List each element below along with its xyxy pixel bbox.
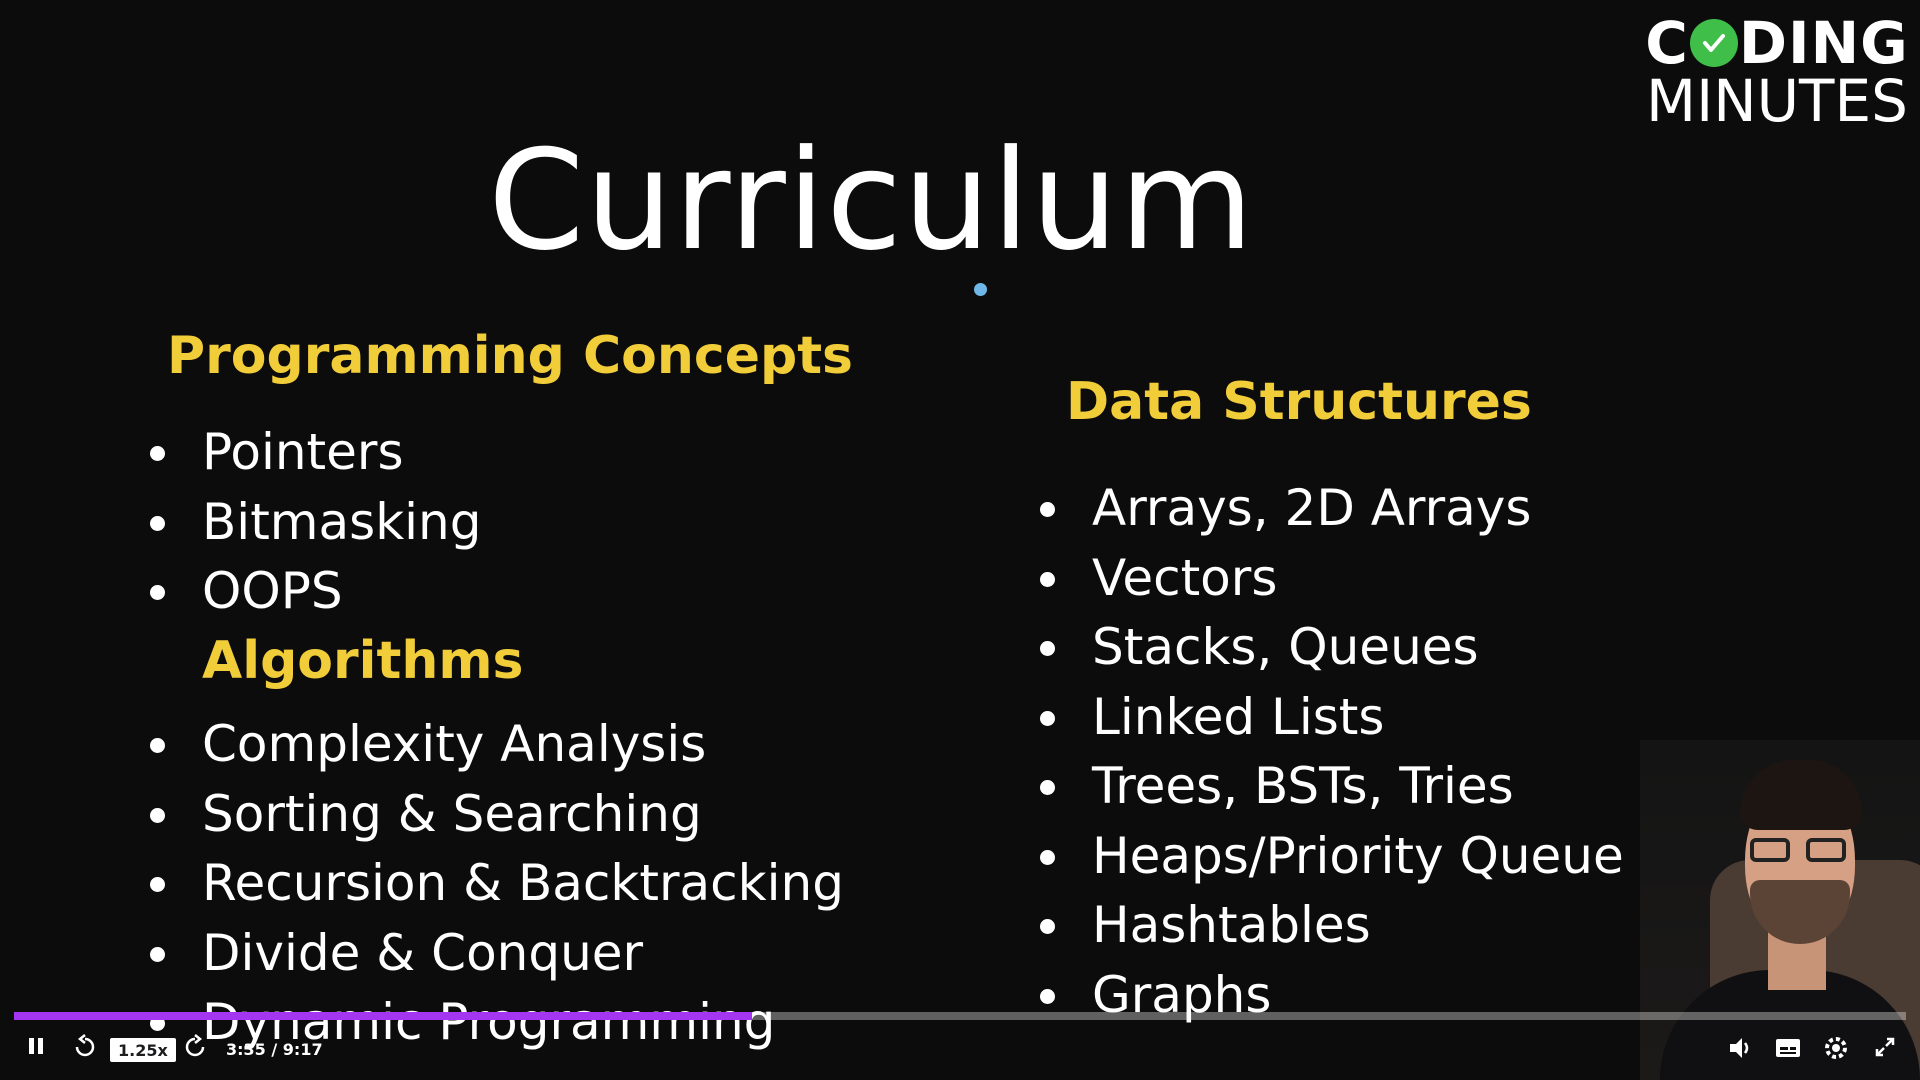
pause-icon [29, 1038, 43, 1054]
list-item: OOPS [150, 557, 481, 627]
data-structures-heading: Data Structures [1066, 372, 1532, 432]
player-controls: 1.25x 3:35 / 9:17 [0, 1020, 1920, 1080]
list-item: Heaps/Priority Queue [1040, 822, 1624, 892]
list-item: Sorting & Searching [150, 780, 844, 850]
forward-button[interactable] [180, 1032, 210, 1062]
volume-icon [1730, 1038, 1749, 1058]
data-structures-list: Arrays, 2D Arrays Vectors Stacks, Queues… [1040, 474, 1624, 1030]
progress-bar[interactable] [14, 1012, 1906, 1020]
programming-concepts-list: Pointers Bitmasking OOPS [150, 418, 481, 627]
list-item: Divide & Conquer [150, 919, 844, 989]
logo-letter-c: C [1645, 9, 1689, 77]
check-icon [1689, 19, 1738, 67]
logo-letters-ding: DING [1738, 9, 1909, 77]
video-frame[interactable]: C DING MINUTES Curriculum Programming Co… [0, 0, 1920, 1080]
settings-button[interactable] [1820, 1032, 1852, 1064]
list-item: Complexity Analysis [150, 710, 844, 780]
list-item: Pointers [150, 418, 481, 488]
progress-fill [14, 1012, 752, 1020]
playback-speed-button[interactable]: 1.25x [110, 1038, 176, 1062]
expand-icon [1875, 1037, 1895, 1057]
rewind-icon [75, 1034, 95, 1057]
algorithms-heading: Algorithms [202, 631, 524, 691]
volume-button[interactable] [1724, 1032, 1756, 1064]
list-item: Bitmasking [150, 488, 481, 558]
captions-button[interactable] [1772, 1032, 1804, 1064]
algorithms-list: Complexity Analysis Sorting & Searching … [150, 710, 844, 1058]
list-item: Recursion & Backtracking [150, 849, 844, 919]
coding-minutes-logo: C DING MINUTES [1642, 14, 1912, 130]
pointer-dot [974, 283, 987, 296]
list-item: Stacks, Queues [1040, 613, 1624, 683]
logo-line2: MINUTES [1646, 67, 1908, 135]
captions-icon [1776, 1039, 1800, 1057]
list-item: Trees, BSTs, Tries [1040, 752, 1624, 822]
list-item: Arrays, 2D Arrays [1040, 474, 1624, 544]
forward-icon [185, 1034, 205, 1057]
programming-concepts-heading: Programming Concepts [167, 326, 854, 386]
pause-button[interactable] [22, 1032, 50, 1060]
list-item: Linked Lists [1040, 683, 1624, 753]
settings-icon [1825, 1037, 1847, 1059]
rewind-button[interactable] [70, 1032, 100, 1062]
list-item: Vectors [1040, 544, 1624, 614]
glasses-icon [1750, 838, 1850, 864]
logo-line1: C DING [1642, 14, 1912, 72]
slide-title: Curriculum [488, 120, 1255, 281]
playback-time: 3:35 / 9:17 [226, 1040, 323, 1059]
expand-button[interactable] [1870, 1032, 1900, 1062]
presenter-hair [1740, 760, 1862, 830]
list-item: Hashtables [1040, 891, 1624, 961]
